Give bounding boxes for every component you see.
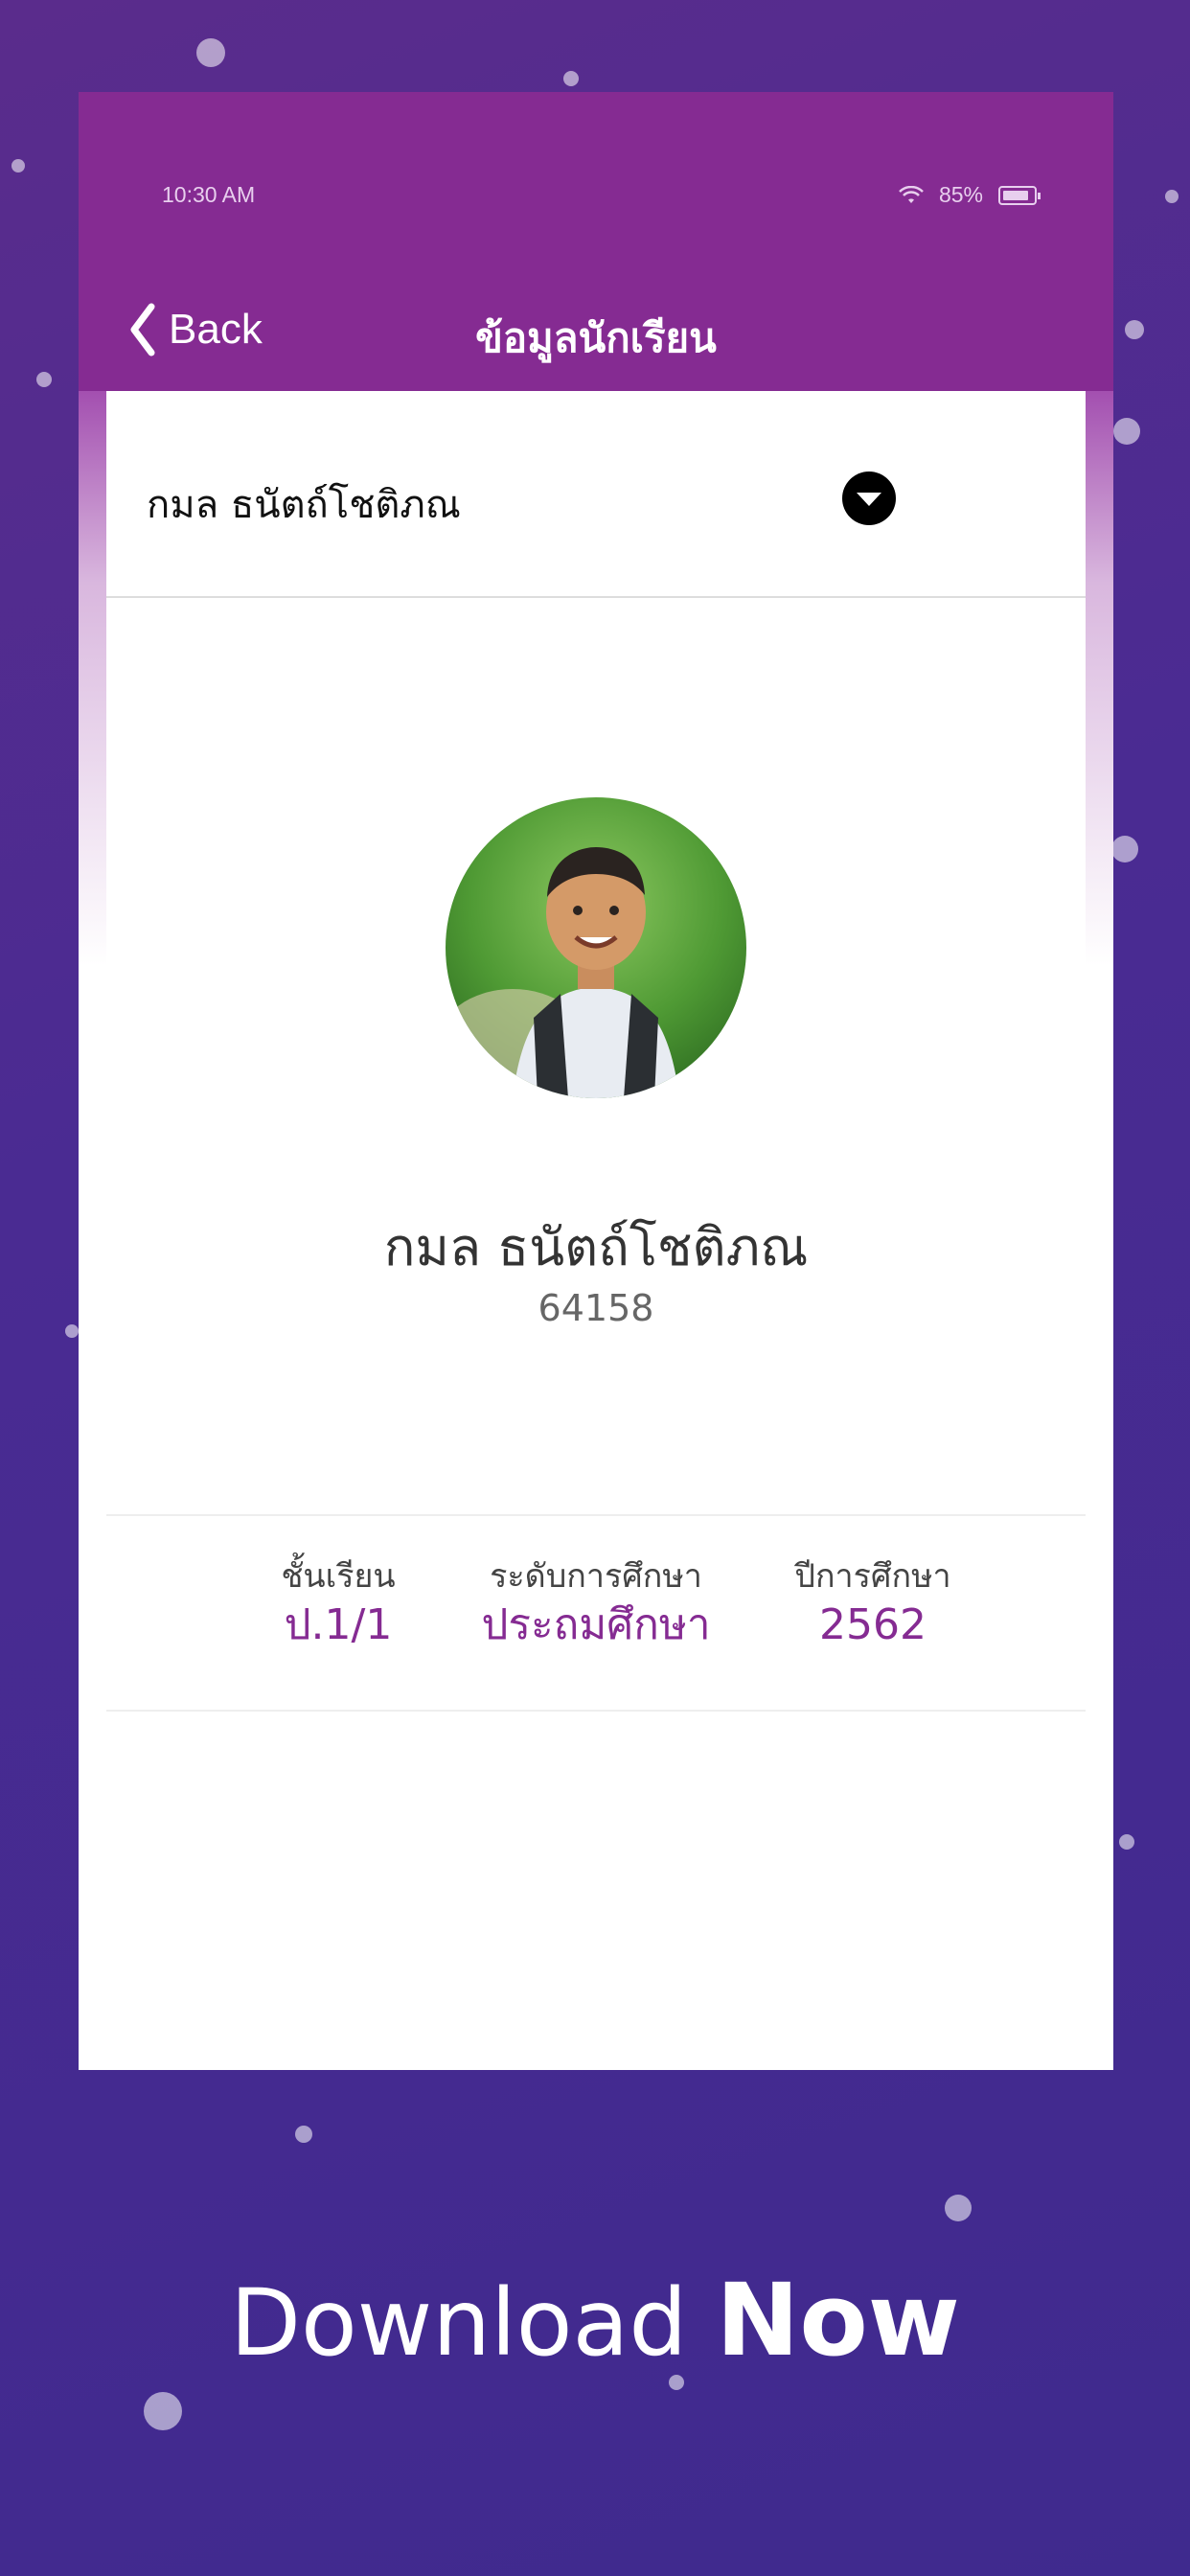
info-value: ป.1/1 bbox=[284, 1600, 393, 1649]
student-info-row: ชั้นเรียน ป.1/1 ระดับการศึกษา ประถมศึกษา… bbox=[106, 1514, 1086, 1712]
page-title: ข้อมูลนักเรียน bbox=[475, 314, 717, 361]
decor-dot bbox=[563, 71, 579, 86]
decor-dot bbox=[196, 38, 225, 67]
info-label: ปีการศึกษา bbox=[794, 1557, 951, 1596]
info-class: ชั้นเรียน ป.1/1 bbox=[262, 1554, 415, 1652]
student-photo bbox=[446, 797, 746, 1098]
chevron-down-icon[interactable] bbox=[842, 472, 896, 525]
battery-percentage: 85% bbox=[938, 182, 983, 207]
student-id: 64158 bbox=[538, 1287, 654, 1329]
main-content: กมล ธนัตถ์โชติภณ กมล ธนัตถ์โชติภณ 64158 … bbox=[106, 391, 1086, 2070]
info-label: ระดับการศึกษา bbox=[490, 1557, 702, 1596]
decor-dot bbox=[36, 372, 52, 387]
decor-dot bbox=[1125, 320, 1144, 339]
decor-dot bbox=[11, 159, 25, 172]
screen-edge-right bbox=[1086, 391, 1113, 1349]
navigation-bar: Back ข้อมูลนักเรียน bbox=[79, 284, 1113, 389]
screen-edge-left bbox=[79, 391, 106, 1349]
student-selector[interactable]: กมล ธนัตถ์โชติภณ bbox=[106, 391, 1086, 598]
decor-dot bbox=[1111, 836, 1138, 862]
battery-icon bbox=[998, 185, 1041, 205]
decor-dot bbox=[1165, 190, 1179, 203]
phone-screen: 10:30 AM 85% Back ข้อมูลนักเรียน กมล ธนั… bbox=[79, 92, 1113, 2070]
decor-dot bbox=[1113, 418, 1140, 445]
decor-dot bbox=[1119, 1834, 1134, 1850]
status-time: 10:30 AM bbox=[162, 182, 256, 207]
download-word: Download bbox=[230, 2269, 688, 2377]
student-name: กมล ธนัตถ์โชติภณ bbox=[383, 1217, 809, 1277]
info-label: ชั้นเรียน bbox=[281, 1557, 396, 1596]
download-now-banner: Download Now bbox=[0, 2262, 1190, 2379]
decor-dot bbox=[945, 2195, 972, 2221]
avatar bbox=[446, 797, 746, 1098]
decor-dot bbox=[65, 1324, 79, 1338]
info-value: 2562 bbox=[819, 1600, 927, 1649]
wifi-icon bbox=[899, 185, 924, 203]
info-value: ประถมศึกษา bbox=[481, 1600, 711, 1649]
decor-dot bbox=[295, 2126, 312, 2143]
decor-dot bbox=[144, 2392, 182, 2430]
status-indicators: 85% bbox=[899, 182, 1041, 208]
info-academic-year: ปีการศึกษา 2562 bbox=[777, 1554, 969, 1652]
selected-student-name: กมล ธนัตถ์โชติภณ bbox=[147, 483, 461, 527]
info-education-level: ระดับการศึกษา ประถมศึกษา bbox=[457, 1554, 735, 1652]
now-word: Now bbox=[716, 2262, 960, 2379]
